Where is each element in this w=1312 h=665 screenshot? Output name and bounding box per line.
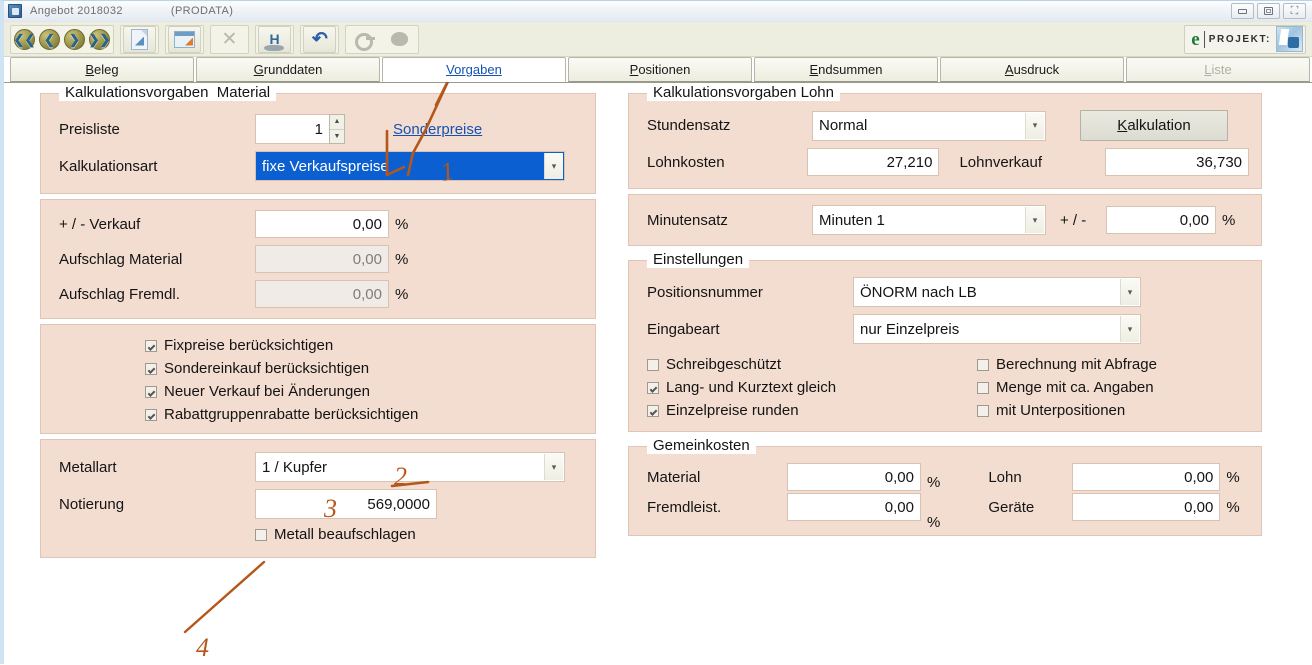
undo-button[interactable]: ↷ [303, 25, 336, 53]
delete-group: ✕ [210, 24, 249, 54]
undo-group: ↷ [300, 24, 339, 54]
edit-document-button[interactable] [168, 25, 201, 53]
title-bar: Angebot 2018032 (PRODATA) ⛶ [4, 1, 1312, 22]
lock-button[interactable] [383, 26, 416, 53]
document-group [120, 24, 159, 54]
new-document-button[interactable] [123, 25, 156, 53]
maximize-button[interactable] [1257, 3, 1280, 19]
help-button[interactable]: H [258, 25, 291, 53]
previous-record-icon: ❮ [39, 28, 60, 50]
key-icon [355, 33, 375, 51]
next-record-icon: ❯ [64, 28, 85, 50]
tab-content-vorgaben: Kalkulationsvorgaben Material Preisliste… [4, 73, 1312, 665]
tab-ausdruck-label: Ausdruck [1004, 62, 1060, 77]
annotation-mark-4: 4 [196, 633, 209, 662]
annotation-mark-2: 2 [394, 462, 407, 491]
next-record-button[interactable]: ❯ [62, 27, 87, 52]
toolbar: ❮❮ ❮ ❯ ❯❯ ✕ H ↷ e PROJEKT: [4, 22, 1312, 57]
brand-e-letter: e [1191, 28, 1200, 50]
brand-image-icon [1276, 26, 1303, 52]
tab-bar: Beleg Grunddaten Vorgaben Positionen End… [4, 57, 1312, 83]
window-title: Angebot 2018032 [30, 5, 123, 17]
tab-beleg-label: Beleg [85, 62, 119, 77]
brand-divider [1203, 30, 1205, 48]
tab-positionen[interactable]: Positionen [568, 57, 752, 82]
tab-ausdruck[interactable]: Ausdruck [940, 57, 1124, 82]
blob-icon [391, 32, 408, 46]
application-window: Angebot 2018032 (PRODATA) ⛶ ❮❮ ❮ ❯ ❯❯ ✕ … [0, 0, 1312, 665]
tab-beleg[interactable]: Beleg [10, 57, 194, 82]
previous-record-button[interactable]: ❮ [37, 27, 62, 52]
tab-endsummen[interactable]: Endsummen [754, 57, 938, 82]
close-button[interactable]: ⛶ [1283, 3, 1306, 19]
annotation-overlay [183, 73, 453, 634]
h-stamp-icon: H [264, 31, 285, 51]
search-button[interactable] [348, 26, 381, 53]
undo-arrow-icon: ↷ [311, 28, 328, 50]
annotation-mark-3: 3 [324, 494, 337, 523]
database-label: (PRODATA) [170, 5, 234, 17]
tab-grunddaten-label: Grunddaten [253, 62, 323, 77]
last-record-button[interactable]: ❯❯ [87, 27, 112, 52]
tab-vorgaben-label: Vorgaben [446, 62, 502, 77]
tab-liste: Liste [1126, 57, 1310, 82]
navigation-group: ❮❮ ❮ ❯ ❯❯ [10, 24, 114, 54]
tab-liste-label: Liste [1204, 62, 1232, 77]
app-icon [8, 4, 22, 18]
edit-window-icon [174, 30, 195, 48]
edit-group [165, 24, 204, 54]
tab-grunddaten[interactable]: Grunddaten [196, 57, 380, 82]
brand-label: PROJEKT: [1208, 33, 1271, 45]
help-group: H [255, 24, 294, 54]
last-record-icon: ❯❯ [89, 28, 110, 50]
delete-button[interactable]: ✕ [213, 26, 246, 53]
document-icon [131, 28, 148, 50]
first-record-icon: ❮❮ [14, 28, 35, 50]
first-record-button[interactable]: ❮❮ [12, 27, 37, 52]
close-x-icon: ✕ [221, 28, 238, 50]
brand-logo: e PROJEKT: [1184, 24, 1306, 54]
window-controls: ⛶ [1231, 3, 1306, 19]
tab-endsummen-label: Endsummen [809, 62, 883, 77]
tab-positionen-label: Positionen [629, 62, 691, 77]
search-group [345, 24, 419, 54]
minimize-button[interactable] [1231, 3, 1254, 19]
tab-vorgaben[interactable]: Vorgaben [382, 57, 566, 82]
